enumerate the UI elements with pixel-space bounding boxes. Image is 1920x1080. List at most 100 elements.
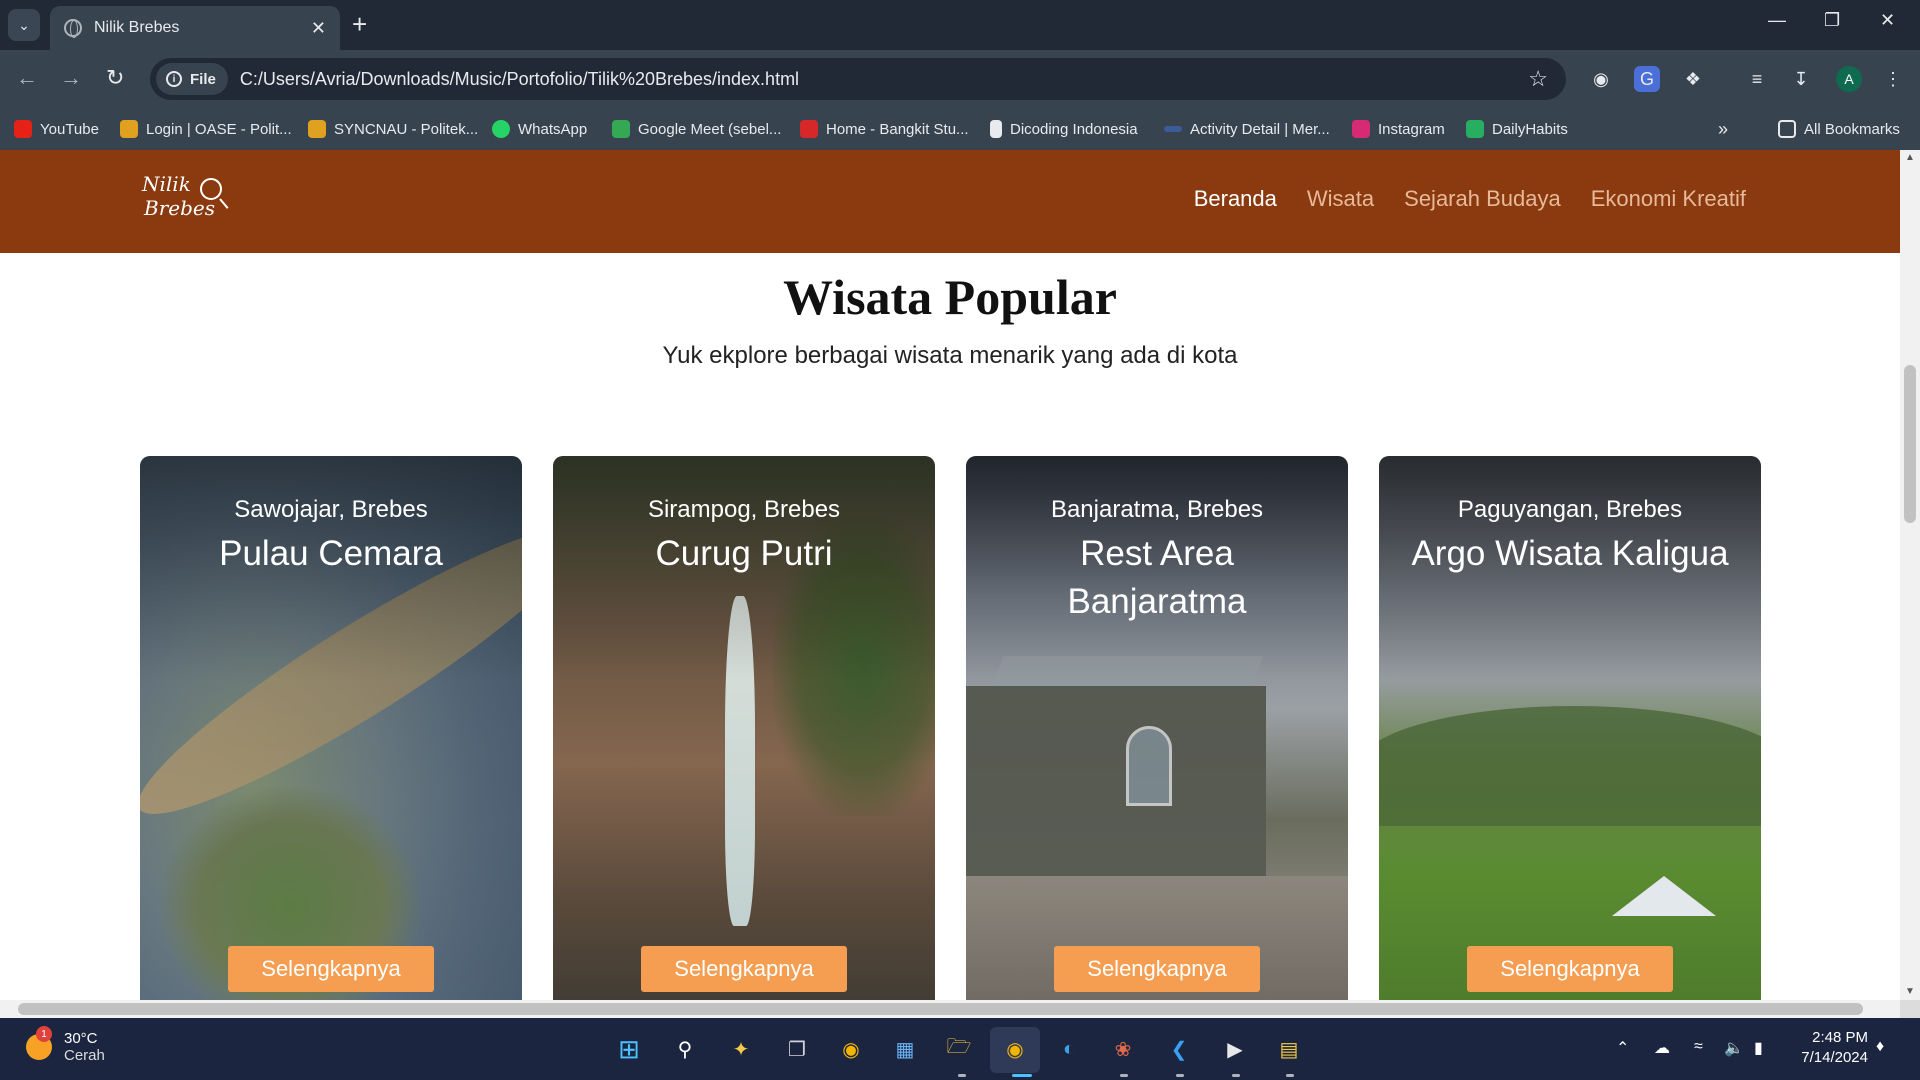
bookmark-star-icon[interactable]: ☆ — [1528, 66, 1548, 92]
url-text[interactable]: C:/Users/Avria/Downloads/Music/Portofoli… — [240, 69, 799, 90]
restore-icon[interactable]: ❐ — [1824, 10, 1840, 31]
notification-bell-icon[interactable]: ♦ — [1876, 1038, 1884, 1056]
bookmark-youtube[interactable]: YouTube — [14, 118, 99, 140]
destination-card-rest-area-banjaratma: Banjaratma, Brebes Rest Area Banjaratma … — [966, 456, 1348, 1000]
weather-temperature: 30°C — [64, 1030, 98, 1047]
running-indicator — [1286, 1074, 1294, 1077]
more-bookmarks-icon[interactable]: » — [1718, 118, 1728, 140]
download-icon[interactable]: ↧ — [1788, 66, 1814, 92]
extensions-puzzle-icon[interactable]: ❖ — [1680, 66, 1706, 92]
chrome-active-icon[interactable]: ◉ — [998, 1032, 1032, 1066]
clock-date: 7/14/2024 — [1801, 1049, 1868, 1066]
hexagon-icon — [120, 120, 138, 138]
bookmarks-bar: YouTube Login | OASE - Polit... SYNCNAU … — [0, 108, 1920, 150]
nav-wisata[interactable]: Wisata — [1307, 186, 1374, 212]
back-arrow-icon[interactable]: ← — [16, 64, 38, 92]
bookmark-whatsapp[interactable]: WhatsApp — [492, 118, 587, 140]
card-detail-button[interactable]: Selengkapnya — [641, 946, 847, 992]
nav-sejarah-budaya[interactable]: Sejarah Budaya — [1404, 186, 1561, 212]
microsoft-store-icon[interactable]: ▦ — [888, 1032, 922, 1066]
bookmark-activity-detail[interactable]: Activity Detail | Mer... — [1164, 118, 1330, 140]
running-indicator — [958, 1074, 966, 1077]
bookmark-dicoding[interactable]: Dicoding Indonesia — [990, 118, 1138, 140]
onedrive-cloud-icon[interactable]: ☁ — [1654, 1038, 1670, 1058]
horizontal-scroll-thumb[interactable] — [18, 1003, 1863, 1015]
bookmark-bangkit[interactable]: Home - Bangkit Stu... — [800, 118, 969, 140]
scroll-up-icon[interactable]: ▲ — [1905, 152, 1915, 163]
instagram-icon — [1352, 120, 1370, 138]
horizontal-scrollbar[interactable] — [0, 1000, 1900, 1018]
file-chip-label: File — [190, 70, 216, 88]
running-indicator — [1120, 1074, 1128, 1077]
edge-icon[interactable]: ◐ — [1052, 1032, 1086, 1066]
card-location: Sirampog, Brebes — [647, 496, 841, 523]
card-location: Banjaratma, Brebes — [1050, 496, 1264, 523]
scroll-down-icon[interactable]: ▼ — [1905, 986, 1915, 997]
destination-card-curug-putri: Sirampog, Brebes Curug Putri Selengkapny… — [553, 456, 935, 1000]
magnifier-icon — [200, 178, 222, 200]
volume-icon[interactable]: 🔈 — [1724, 1038, 1744, 1058]
media-player-icon[interactable]: ▶ — [1218, 1032, 1252, 1066]
copilot-icon[interactable]: ✦ — [724, 1032, 758, 1066]
dicoding-icon — [990, 120, 1002, 138]
destination-card-pulau-cemara: Sawojajar, Brebes Pulau Cemara Selengkap… — [140, 456, 522, 1000]
bookmark-oase[interactable]: Login | OASE - Polit... — [120, 118, 292, 140]
windows-start-icon[interactable]: ⊞ — [612, 1032, 646, 1066]
running-indicator — [1232, 1074, 1240, 1077]
app-icon[interactable]: ❀ — [1106, 1032, 1140, 1066]
bookmark-dailyhabits[interactable]: DailyHabits — [1466, 118, 1568, 140]
activity-icon — [1164, 126, 1182, 132]
profile-avatar[interactable]: A — [1836, 66, 1862, 92]
card-location: Sawojajar, Brebes — [234, 496, 428, 523]
browser-tab-active[interactable]: Nilik Brebes ✕ — [50, 6, 340, 50]
card-name: Curug Putri — [655, 534, 833, 573]
close-window-icon[interactable]: ✕ — [1880, 10, 1895, 31]
windows-taskbar: 1 30°C Cerah ⊞ ⚲ ✦ ❐ ◉ ▦ 🗁 ◉ ◐ ❀ ❮ ▶ ▤ ⌃… — [0, 1018, 1920, 1080]
address-bar[interactable]: i File C:/Users/Avria/Downloads/Music/Po… — [150, 58, 1566, 100]
youtube-icon — [14, 120, 32, 138]
card-detail-button[interactable]: Selengkapnya — [1467, 946, 1673, 992]
close-tab-icon[interactable]: ✕ — [311, 18, 326, 39]
nav-ekonomi-kreatif[interactable]: Ekonomi Kreatif — [1591, 186, 1746, 212]
active-indicator — [1012, 1074, 1032, 1077]
battery-icon[interactable]: ▮ — [1754, 1038, 1763, 1058]
card-detail-button[interactable]: Selengkapnya — [228, 946, 434, 992]
wifi-icon[interactable]: ≈ — [1694, 1038, 1703, 1056]
bookmark-instagram[interactable]: Instagram — [1352, 118, 1445, 140]
page-viewport: Nilik Brebes Beranda Wisata Sejarah Buda… — [0, 150, 1900, 1000]
weather-widget[interactable]: 1 30°C Cerah — [26, 1026, 105, 1064]
clock-time: 2:48 PM — [1812, 1029, 1868, 1046]
vertical-scroll-thumb[interactable] — [1904, 365, 1916, 523]
whatsapp-icon — [492, 120, 510, 138]
new-tab-button[interactable]: + — [352, 10, 367, 38]
file-explorer-icon[interactable]: 🗁 — [942, 1032, 976, 1066]
section-subtitle: Yuk ekplore berbagai wisata menarik yang… — [662, 342, 1238, 369]
forward-arrow-icon[interactable]: → — [60, 64, 82, 92]
notes-icon[interactable]: ▤ — [1272, 1032, 1306, 1066]
extension-glasses-icon[interactable]: ◉ — [1588, 66, 1614, 92]
task-view-icon[interactable]: ❐ — [780, 1032, 814, 1066]
search-icon[interactable]: ⚲ — [668, 1032, 702, 1066]
site-info-chip[interactable]: i File — [156, 63, 228, 95]
bookmark-syncnau[interactable]: SYNCNAU - Politek... — [308, 118, 478, 140]
browser-toolbar: ← → ↻ i File C:/Users/Avria/Downloads/Mu… — [0, 50, 1920, 108]
all-bookmarks-button[interactable]: All Bookmarks — [1778, 118, 1900, 140]
card-detail-button[interactable]: Selengkapnya — [1054, 946, 1260, 992]
vscode-icon[interactable]: ❮ — [1162, 1032, 1196, 1066]
tab-search-button[interactable]: ⌄ — [8, 9, 40, 41]
nav-beranda[interactable]: Beranda — [1194, 186, 1277, 212]
site-logo[interactable]: Nilik Brebes — [142, 172, 234, 232]
translate-icon[interactable]: G — [1634, 66, 1660, 92]
more-menu-icon[interactable]: ⋮ — [1880, 66, 1906, 92]
minimize-icon[interactable]: — — [1768, 10, 1786, 31]
chevron-up-icon[interactable]: ⌃ — [1616, 1038, 1629, 1058]
notification-badge: 1 — [36, 1026, 52, 1042]
checkbox-icon — [1466, 120, 1484, 138]
info-icon: i — [166, 71, 182, 87]
vertical-scrollbar[interactable]: ▲ ▼ — [1900, 150, 1920, 1000]
bookmark-google-meet[interactable]: Google Meet (sebel... — [612, 118, 781, 140]
reload-icon[interactable]: ↻ — [106, 64, 124, 92]
system-clock[interactable]: 2:48 PM 7/14/2024 — [1796, 1028, 1868, 1068]
chrome-icon[interactable]: ◉ — [834, 1032, 868, 1066]
media-queue-icon[interactable]: ≡ — [1744, 66, 1770, 92]
